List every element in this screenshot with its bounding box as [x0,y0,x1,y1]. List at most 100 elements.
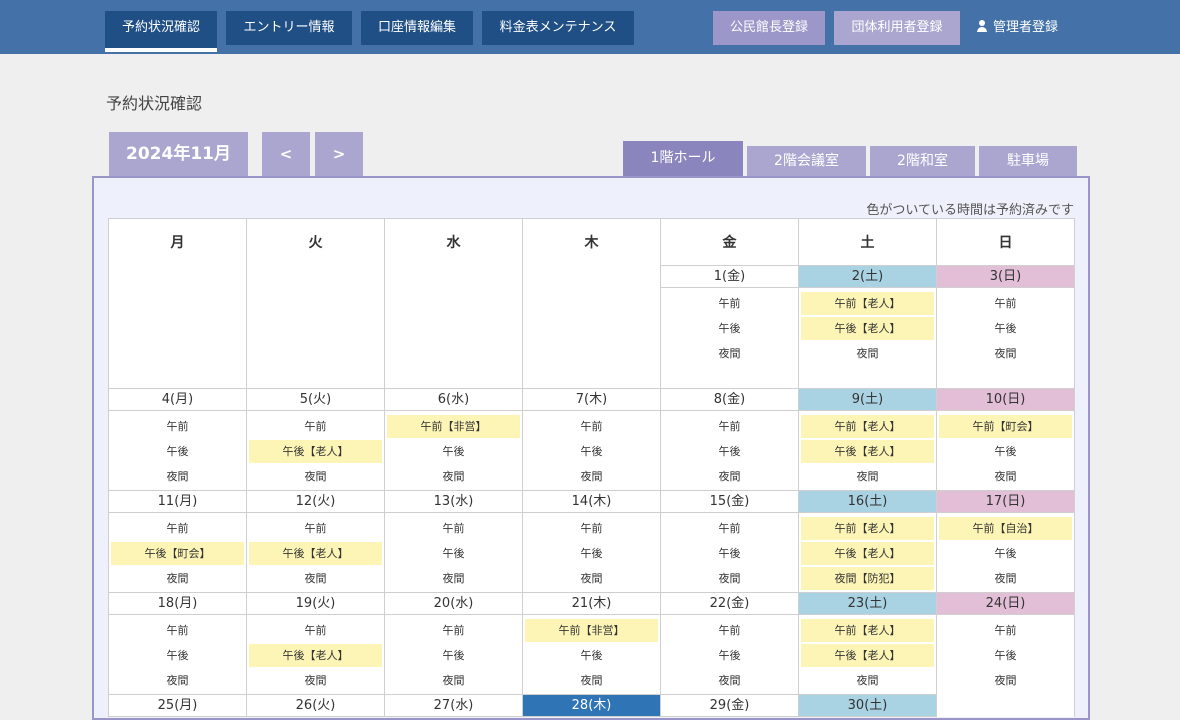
time-slot[interactable]: 午前 [249,415,382,438]
day-date-label: 11(月) [109,490,246,513]
time-slot[interactable]: 夜間 [111,669,244,692]
time-slot[interactable]: 午後 [939,542,1072,565]
time-slot[interactable]: 午後 [939,440,1072,463]
time-slot[interactable]: 午前 [663,292,796,315]
time-slot[interactable]: 夜間 [525,465,658,488]
day-date-label: 25(月) [109,694,246,717]
time-slot[interactable]: 午後 [525,542,658,565]
time-slot[interactable]: 夜間 [801,342,934,365]
time-slot[interactable]: 午後 [939,644,1072,667]
time-slot[interactable]: 午後 [387,542,520,565]
tab-2f-meeting-room[interactable]: 2階会議室 [747,146,866,176]
tab-1f-hall[interactable]: 1階ホール [623,141,743,176]
time-slot[interactable]: 午後 [111,644,244,667]
next-month-button[interactable]: > [315,132,363,176]
booked-time-slot[interactable]: 午後【老人】 [801,542,934,565]
time-slot[interactable]: 午前 [525,517,658,540]
booked-time-slot[interactable]: 午前【自治】 [939,517,1072,540]
booked-time-slot[interactable]: 午後【老人】 [249,542,382,565]
booked-time-slot[interactable]: 午前【老人】 [801,619,934,642]
time-slot[interactable]: 夜間 [111,465,244,488]
time-slot[interactable]: 夜間 [525,567,658,590]
weekday-header: 月 [108,218,247,265]
time-slot[interactable]: 午前 [939,619,1072,642]
calendar-day-cell: 15(金) 午前 午後 夜間 [660,490,799,592]
booked-time-slot[interactable]: 午後【町会】 [111,542,244,565]
time-slot-list: 午前 午後【町会】 夜間 [109,513,246,590]
time-slot[interactable]: 午前 [525,415,658,438]
time-slot[interactable]: 夜間 [249,465,382,488]
register-admin-button[interactable]: 管理者登録 [976,11,1058,45]
tab-parking[interactable]: 駐車場 [979,146,1077,176]
booked-time-slot[interactable]: 午後【老人】 [801,644,934,667]
time-slot[interactable]: 夜間 [387,567,520,590]
time-slot[interactable]: 夜間 [249,669,382,692]
time-slot[interactable]: 午前 [663,517,796,540]
time-slot[interactable]: 午前 [387,619,520,642]
calendar-day-cell: 14(木) 午前 午後 夜間 [522,490,661,592]
booked-time-slot[interactable]: 午後【老人】 [249,440,382,463]
prev-month-button[interactable]: < [262,132,310,176]
time-slot[interactable]: 夜間 [939,669,1072,692]
weekday-header: 木 [522,218,661,265]
time-slot[interactable]: 夜間 [663,465,796,488]
nav-entry-info[interactable]: エントリー情報 [226,11,352,45]
time-slot-list: 午前 午後 夜間 [661,513,798,590]
time-slot[interactable]: 午後 [663,440,796,463]
time-slot[interactable]: 夜間 [663,669,796,692]
time-slot[interactable]: 午前 [111,619,244,642]
time-slot[interactable]: 午前 [939,292,1072,315]
time-slot[interactable]: 午後 [387,644,520,667]
time-slot[interactable]: 夜間 [801,465,934,488]
time-slot[interactable]: 夜間 [939,567,1072,590]
day-date-label: 5(火) [247,388,384,411]
time-slot[interactable]: 午後 [663,542,796,565]
booked-time-slot[interactable]: 午前【非営】 [387,415,520,438]
time-slot[interactable]: 夜間 [249,567,382,590]
time-slot[interactable]: 午後 [663,644,796,667]
nav-reservation-status[interactable]: 予約状況確認 [105,11,217,52]
time-slot-list: 午前 午後 夜間 [661,288,798,365]
time-slot[interactable]: 午後 [387,440,520,463]
time-slot[interactable]: 午前 [249,517,382,540]
tab-2f-japanese-room[interactable]: 2階和室 [870,146,975,176]
time-slot[interactable]: 夜間 [939,342,1072,365]
booked-time-slot[interactable]: 午前【老人】 [801,292,934,315]
time-slot[interactable]: 夜間 [387,669,520,692]
calendar-empty-cell [246,265,385,388]
nav-fee-maintenance[interactable]: 料金表メンテナンス [482,11,634,45]
time-slot[interactable]: 午前 [111,517,244,540]
register-community-center-button[interactable]: 公民館長登録 [713,11,825,45]
time-slot[interactable]: 午後 [111,440,244,463]
time-slot[interactable]: 午後 [525,440,658,463]
booked-time-slot[interactable]: 午前【町会】 [939,415,1072,438]
time-slot[interactable]: 夜間 [111,567,244,590]
register-group-user-button[interactable]: 団体利用者登録 [834,11,960,45]
booked-time-slot[interactable]: 午後【老人】 [249,644,382,667]
time-slot[interactable]: 午前 [663,415,796,438]
time-slot[interactable]: 夜間 [525,669,658,692]
time-slot-list: 午前 午後 夜間 [385,513,522,590]
time-slot[interactable]: 午前 [249,619,382,642]
booked-time-slot[interactable]: 午前【非営】 [525,619,658,642]
time-slot[interactable]: 夜間 [801,669,934,692]
time-slot[interactable]: 夜間 [663,342,796,365]
time-slot[interactable]: 夜間 [939,465,1072,488]
booked-time-slot[interactable]: 午前【老人】 [801,517,934,540]
time-slot[interactable]: 夜間 [387,465,520,488]
time-slot[interactable]: 午後 [663,317,796,340]
time-slot[interactable]: 午前 [111,415,244,438]
booked-time-slot[interactable]: 午後【老人】 [801,440,934,463]
booked-time-slot[interactable]: 午前【老人】 [801,415,934,438]
time-slot[interactable]: 夜間 [663,567,796,590]
time-slot[interactable]: 午前 [663,619,796,642]
nav-account-edit[interactable]: 口座情報編集 [361,11,473,45]
time-slot[interactable]: 午後 [939,317,1072,340]
booked-time-slot[interactable]: 夜間【防犯】 [801,567,934,590]
time-slot[interactable]: 午後 [525,644,658,667]
day-date-label: 2(土) [799,265,936,288]
time-slot[interactable]: 午前 [387,517,520,540]
day-date-label: 26(火) [247,694,384,717]
time-slot-list: 午前 午後【老人】 夜間 [247,411,384,488]
booked-time-slot[interactable]: 午後【老人】 [801,317,934,340]
